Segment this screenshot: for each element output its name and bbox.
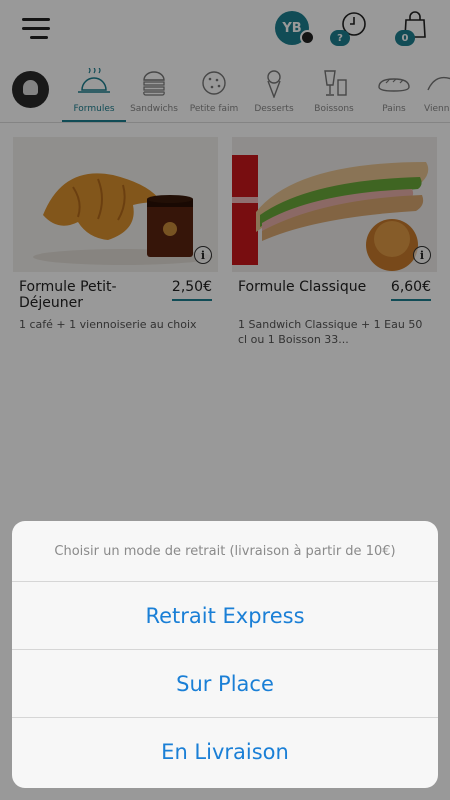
- pickup-mode-sheet: Choisir un mode de retrait (livraison à …: [12, 521, 438, 788]
- sheet-title: Choisir un mode de retrait (livraison à …: [12, 521, 438, 582]
- sur-place-button[interactable]: Sur Place: [12, 650, 438, 718]
- en-livraison-button[interactable]: En Livraison: [12, 718, 438, 786]
- retrait-express-button[interactable]: Retrait Express: [12, 582, 438, 650]
